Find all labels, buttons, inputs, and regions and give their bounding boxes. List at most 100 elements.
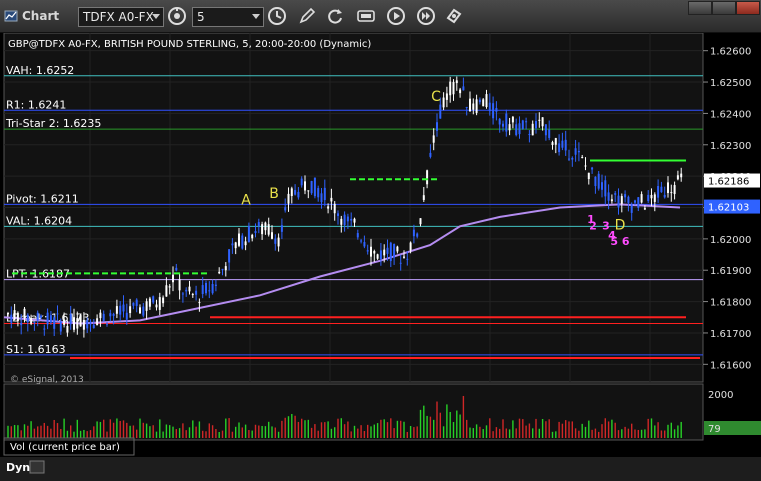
close-button[interactable] (736, 1, 760, 15)
minimize-button[interactable] (688, 1, 712, 15)
candle-body (455, 80, 458, 84)
candle-body (139, 307, 141, 314)
candle-body (511, 116, 514, 123)
candle-body (538, 119, 541, 121)
candle-body (49, 315, 52, 323)
candle-body (350, 218, 353, 221)
candle-body (670, 192, 673, 194)
candle-body (125, 312, 128, 320)
candle-body (482, 99, 485, 107)
candle-body (211, 284, 214, 294)
candle-body (617, 195, 620, 208)
candle-body (280, 225, 283, 232)
candle-body (640, 194, 643, 203)
price-tick-label: 1.62300 (710, 141, 751, 152)
candle-body (366, 250, 369, 252)
pencil-icon[interactable] (297, 6, 317, 26)
candle-body (515, 124, 518, 136)
dyn-label: Dyn (6, 461, 30, 474)
candle-body (10, 314, 13, 323)
candle-body (667, 182, 669, 193)
candle-body (634, 200, 636, 203)
candle-body (33, 322, 36, 324)
candle-body (389, 242, 392, 262)
candle-body (257, 222, 260, 227)
candle-body (46, 312, 49, 325)
price-tick-label: 1.62600 (710, 47, 751, 58)
candle-body (129, 306, 132, 314)
candle-body (422, 195, 425, 200)
chart-window-icon (4, 10, 18, 22)
annotation-label: B (269, 186, 279, 202)
candle-body (416, 233, 419, 237)
play-icon[interactable] (386, 6, 406, 26)
candle-body (228, 249, 231, 263)
clock-icon[interactable] (267, 6, 287, 26)
candle-body (63, 319, 66, 325)
forward-icon[interactable] (416, 6, 436, 26)
candle-body (594, 176, 597, 187)
studies-icon[interactable] (356, 6, 376, 26)
candle-body (317, 188, 320, 198)
candle-body (109, 313, 112, 317)
candle-body (376, 254, 379, 259)
candle-body (452, 81, 455, 95)
price-tick-label: 1.62000 (710, 235, 751, 246)
candle-body (653, 194, 656, 202)
candle-body (551, 142, 554, 146)
maximize-button[interactable] (712, 1, 736, 15)
candle-body (379, 250, 382, 260)
candle-body (119, 305, 122, 315)
volume-axis: 2000 79 (704, 390, 761, 435)
candle-body (518, 123, 521, 135)
volume-title: Vol (current price bar) (10, 442, 120, 453)
candle-body (158, 297, 161, 310)
candle-body (591, 167, 594, 170)
candle-body (23, 308, 26, 319)
candle-body (449, 81, 452, 96)
candle-body (214, 284, 217, 286)
candle-body (310, 181, 313, 194)
candle-body (383, 249, 386, 256)
candle-body (162, 297, 165, 304)
refresh-icon[interactable] (325, 6, 345, 26)
symbol-dropdown[interactable]: TDFX A0-FX (78, 7, 164, 27)
candle-body (73, 317, 75, 330)
interval-dropdown[interactable]: 5 (192, 7, 264, 27)
chart-toolbar: Chart TDFX A0-FX 5 (0, 0, 761, 33)
candle-body (393, 244, 396, 258)
candle-body (346, 216, 349, 222)
price-tick-label: 1.61900 (710, 266, 751, 277)
candle-body (66, 325, 69, 333)
candle-body (201, 285, 204, 295)
price-chart[interactable]: VAH: 1.6252 R1: 1.6241 Tri-Star 2: 1.6235 P… (0, 33, 761, 481)
candle-body (208, 290, 211, 292)
price-tags: 1.62186 1.62103 (704, 173, 760, 214)
candle-body (86, 320, 89, 329)
candle-body (676, 175, 679, 180)
candle-body (172, 274, 174, 283)
candle-body (40, 315, 42, 318)
chevron-down-icon (152, 14, 160, 19)
candle-body (360, 240, 363, 242)
candle-body (386, 247, 389, 254)
candle-body (122, 304, 125, 312)
candle-body (627, 196, 630, 203)
candle-body (59, 321, 62, 332)
candle-body (251, 234, 254, 239)
candle-body (485, 94, 488, 108)
annotation-label: 2 (589, 219, 597, 232)
timer-icon[interactable] (167, 6, 187, 26)
candle-body (429, 152, 432, 157)
candle-body (330, 197, 333, 202)
candle-body (373, 251, 376, 254)
candle-body (297, 191, 300, 198)
candle-body (614, 193, 617, 195)
candle-body (581, 157, 584, 159)
link-icon[interactable] (444, 6, 464, 26)
candle-body (558, 143, 561, 153)
zoom-icon[interactable] (29, 460, 45, 474)
candle-body (637, 197, 640, 208)
candle-body (313, 177, 316, 197)
price-tag-label: 1.62103 (708, 203, 749, 214)
